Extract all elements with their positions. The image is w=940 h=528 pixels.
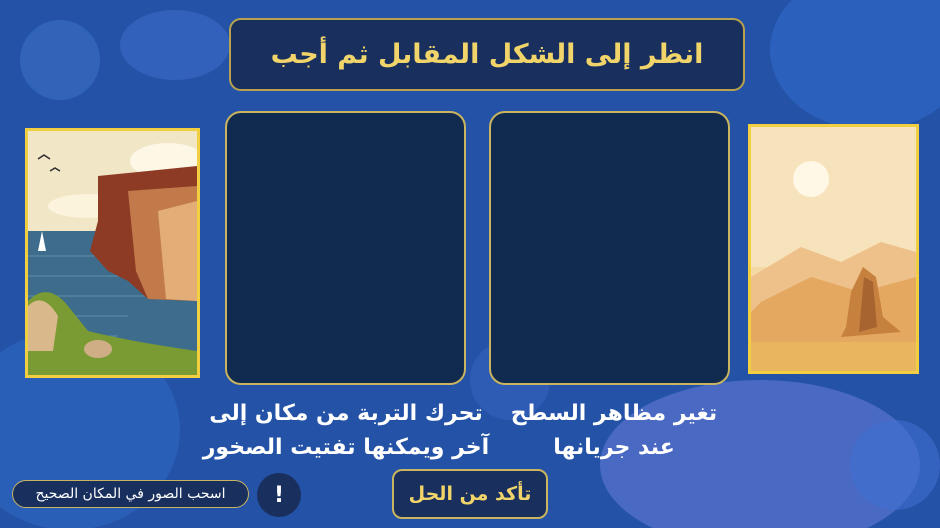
caption-wind-line1: تحرك التربة من مكان إلى (209, 401, 483, 426)
caption-wind: تحرك التربة من مكان إلى آخر ويمكنها تفتي… (196, 397, 496, 465)
check-answer-button[interactable]: تأكد من الحل (392, 469, 548, 519)
question-title-box: انظر إلى الشكل المقابل ثم أجب (229, 18, 745, 91)
caption-water-line2: عند جريانها (553, 435, 675, 460)
drop-zone-water[interactable] (489, 111, 730, 385)
caption-water-line1: تغير مظاهر السطح (510, 401, 718, 426)
desert-rock-illustration (751, 127, 916, 371)
info-icon[interactable]: ! (257, 473, 301, 517)
sea-cliff-illustration (28, 131, 197, 375)
question-title: انظر إلى الشكل المقابل ثم أجب (270, 39, 704, 70)
desert-image-card[interactable] (748, 124, 919, 374)
caption-wind-line2: آخر ويمكنها تفتيت الصخور (202, 435, 490, 460)
drag-hint-label: اسحب الصور في المكان الصحيح (12, 480, 249, 508)
caption-water: تغير مظاهر السطح عند جريانها (484, 397, 744, 465)
sea-cliff-image-card[interactable] (25, 128, 200, 378)
drop-zone-wind[interactable] (225, 111, 466, 385)
